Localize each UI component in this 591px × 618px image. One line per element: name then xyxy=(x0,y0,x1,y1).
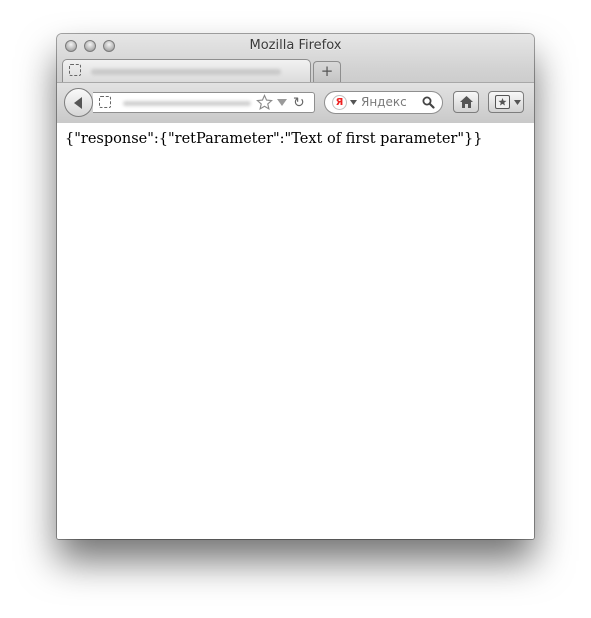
bookmark-star-icon[interactable] xyxy=(256,94,273,111)
new-tab-button[interactable]: + xyxy=(313,61,341,82)
tab-active[interactable] xyxy=(62,59,311,82)
bookmarks-menu-button[interactable] xyxy=(488,91,524,113)
bookmarks-icon xyxy=(495,95,510,109)
browser-window: Mozilla Firefox + ↻ Я Яндекс {"response"… xyxy=(57,34,534,539)
json-response-text: {"response":{"retParameter":"Text of fir… xyxy=(65,131,483,147)
home-button[interactable] xyxy=(453,91,479,113)
title-bar: Mozilla Firefox xyxy=(57,34,534,58)
search-icon[interactable] xyxy=(422,96,435,109)
home-icon xyxy=(460,96,473,108)
url-text-blurred xyxy=(123,101,251,106)
reload-icon[interactable]: ↻ xyxy=(293,95,305,111)
navigation-toolbar: ↻ Я Яндекс xyxy=(57,82,534,123)
back-button[interactable] xyxy=(64,88,93,117)
tab-strip: + xyxy=(57,58,534,82)
back-arrow-icon xyxy=(74,97,82,109)
site-identity-icon[interactable] xyxy=(99,96,111,108)
bookmarks-dropdown-icon xyxy=(514,100,521,105)
search-bar[interactable]: Я Яндекс xyxy=(324,91,443,114)
url-bar[interactable]: ↻ xyxy=(93,92,315,113)
search-engine-dropdown-icon[interactable] xyxy=(350,100,357,105)
tab-title-blurred xyxy=(91,69,281,75)
page-favicon-icon xyxy=(69,64,81,76)
yandex-engine-icon[interactable]: Я xyxy=(332,95,347,110)
window-title: Mozilla Firefox xyxy=(249,38,342,53)
history-dropdown-icon[interactable] xyxy=(277,99,287,106)
search-placeholder: Яндекс xyxy=(361,95,407,109)
browser-chrome: Mozilla Firefox + ↻ Я Яндекс xyxy=(57,34,534,123)
page-content: {"response":{"retParameter":"Text of fir… xyxy=(57,123,534,539)
